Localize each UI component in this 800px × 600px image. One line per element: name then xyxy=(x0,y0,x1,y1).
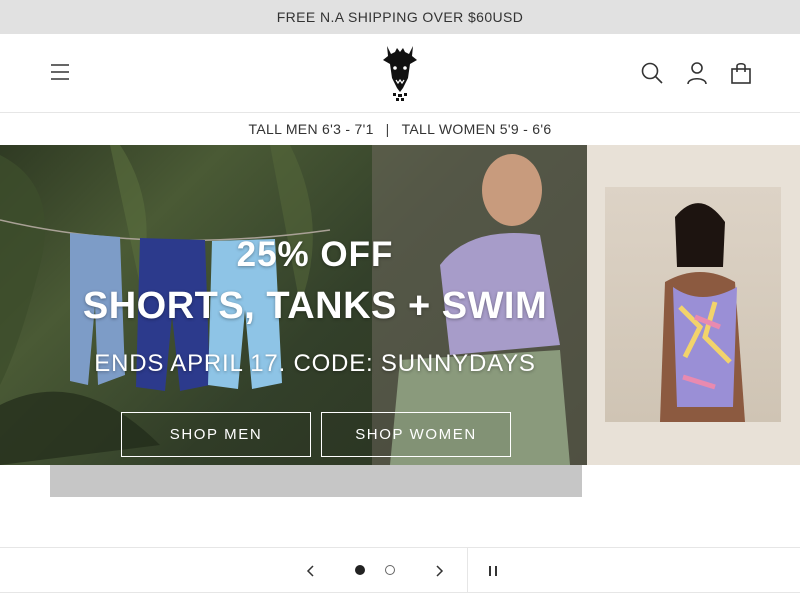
hero-slide: 25% OFF SHORTS, TANKS + SWIM ENDS APRIL … xyxy=(0,145,800,465)
controls-divider xyxy=(467,548,468,593)
subnav-separator: | xyxy=(385,121,390,137)
giraffe-logo-icon[interactable] xyxy=(381,44,419,102)
slide-dot-1[interactable] xyxy=(355,565,365,575)
hero-text-overlay: 25% OFF SHORTS, TANKS + SWIM ENDS APRIL … xyxy=(0,145,630,465)
subnav-tall-women-link[interactable]: TALL WOMEN 5'9 - 6'6 xyxy=(402,121,552,137)
announcement-text: FREE N.A SHIPPING OVER $60USD xyxy=(276,9,524,25)
subnav-tall-men-link[interactable]: TALL MEN 6'3 - 7'1 xyxy=(249,121,374,137)
site-header xyxy=(0,34,800,113)
slide-dot-2[interactable] xyxy=(385,565,395,575)
hamburger-menu-icon[interactable] xyxy=(50,62,70,82)
hero-title-line1: 25% OFF xyxy=(236,235,394,274)
content-placeholder xyxy=(50,465,582,497)
search-icon[interactable] xyxy=(640,61,664,85)
announcement-bar: FREE N.A SHIPPING OVER $60USD xyxy=(0,0,800,34)
shop-men-button[interactable]: SHOP MEN xyxy=(121,412,311,457)
hero-title-line2: SHORTS, TANKS + SWIM xyxy=(82,285,548,327)
size-subnav: TALL MEN 6'3 - 7'1 | TALL WOMEN 5'9 - 6'… xyxy=(0,113,800,145)
pause-icon[interactable] xyxy=(486,563,500,579)
hero-image-women xyxy=(605,187,781,422)
chevron-right-icon[interactable] xyxy=(431,563,447,579)
account-icon[interactable] xyxy=(685,61,709,85)
slider-controls xyxy=(0,547,800,593)
hero-subtitle: ENDS APRIL 17. CODE: SUNNYDAYS xyxy=(94,350,536,377)
shopping-bag-icon[interactable] xyxy=(729,61,753,85)
chevron-left-icon[interactable] xyxy=(303,563,319,579)
shop-women-button[interactable]: SHOP WOMEN xyxy=(321,412,511,457)
